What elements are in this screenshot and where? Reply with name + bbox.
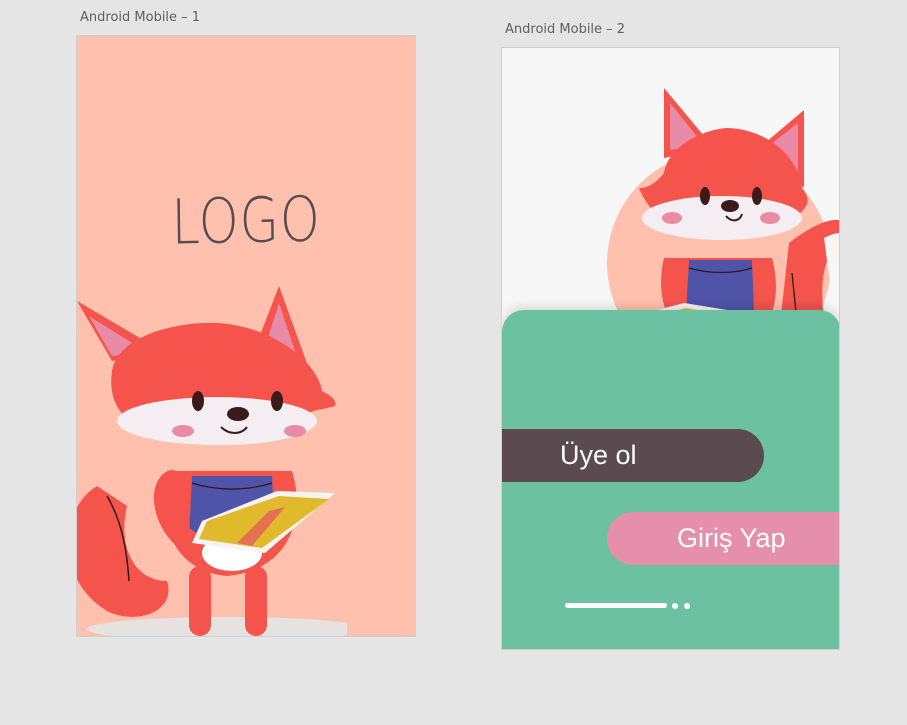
android-mobile-2-artboard[interactable]: Üye ol Giriş Yap — [501, 47, 840, 650]
page-indicator-dot — [684, 603, 690, 609]
page-indicator-dot — [672, 603, 678, 609]
artboard-1-label[interactable]: Android Mobile – 1 — [80, 10, 200, 25]
android-mobile-1-artboard[interactable]: LOGO — [76, 35, 416, 637]
fox-illustration-icon — [77, 286, 347, 636]
signup-button[interactable]: Üye ol — [502, 429, 764, 482]
page-indicator-active — [565, 603, 667, 608]
logo-text: LOGO — [170, 182, 322, 259]
bottom-sheet-panel: Üye ol Giriş Yap — [502, 310, 839, 649]
login-button[interactable]: Giriş Yap — [607, 512, 839, 565]
artboard-2-label[interactable]: Android Mobile – 2 — [505, 22, 625, 37]
